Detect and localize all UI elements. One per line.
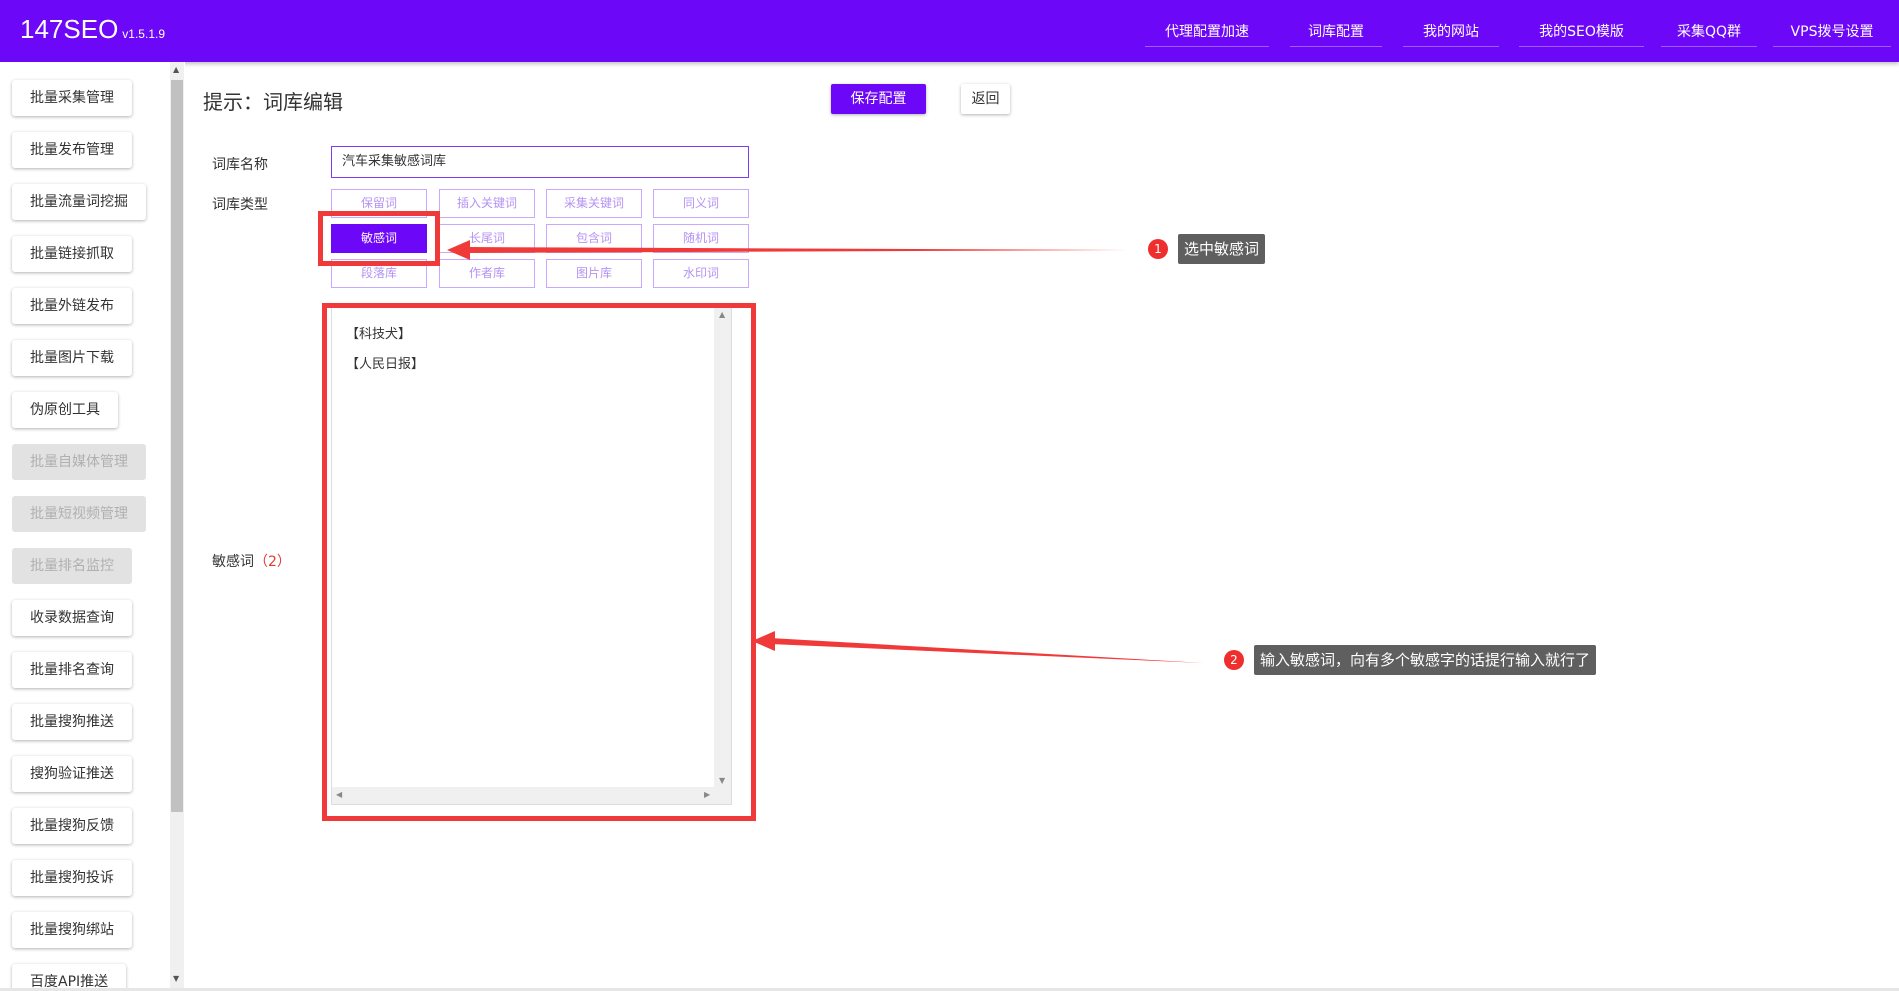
- step-2-callout: 输入敏感词，向有多个敏感字的话提行输入就行了: [1254, 645, 1597, 675]
- step-1-callout: 选中敏感词: [1178, 234, 1266, 264]
- step-2-badge: 2: [1224, 650, 1244, 670]
- arrow-1-head: [447, 240, 470, 260]
- step-1-badge: 1: [1148, 239, 1168, 259]
- arrow-2-head: [752, 631, 775, 651]
- arrow-2-shaft: [770, 638, 1204, 663]
- arrow-1-shaft: [465, 247, 1127, 253]
- annotation-arrows: [447, 240, 1204, 663]
